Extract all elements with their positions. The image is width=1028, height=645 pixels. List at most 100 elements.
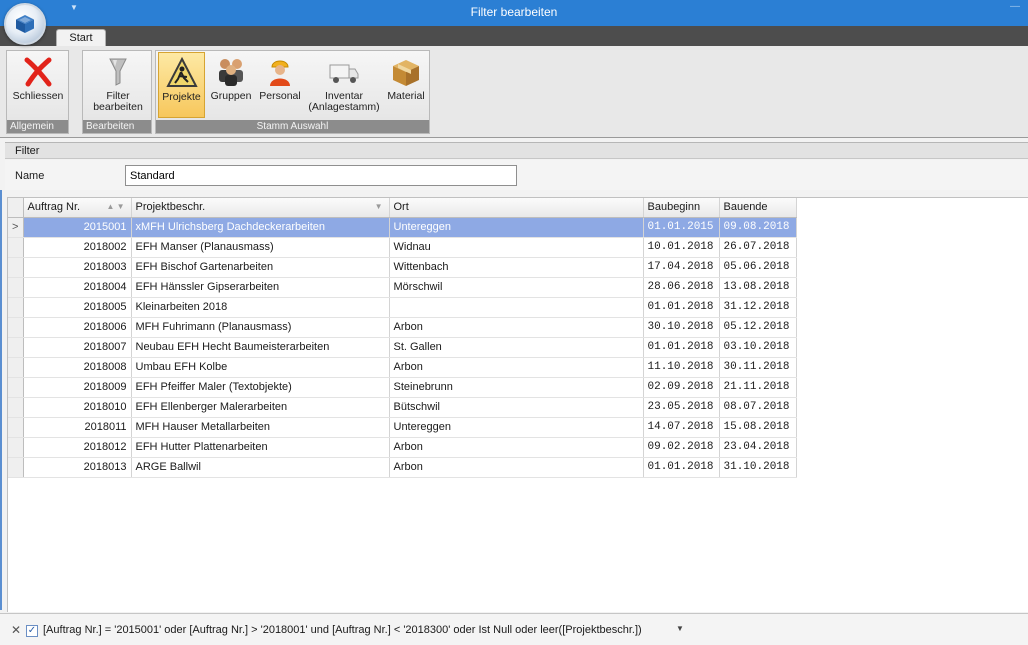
inventar-button[interactable]: Inventar (Anlagestamm) <box>306 52 382 118</box>
minimize-button[interactable]: — <box>1010 1 1020 12</box>
projekte-button[interactable]: Projekte <box>158 52 205 118</box>
table-cell[interactable]: EFH Hutter Plattenarbeiten <box>131 437 390 458</box>
table-row[interactable]: 2018007 Neubau EFH Hecht Baumeisterarbeit… <box>8 337 797 358</box>
filter-history-dropdown-icon[interactable]: ▼ <box>676 624 684 633</box>
table-cell[interactable]: EFH Pfeiffer Maler (Textobjekte) <box>131 377 390 398</box>
table-cell[interactable]: Untereggen <box>389 417 644 438</box>
row-indicator[interactable]: > <box>8 217 24 238</box>
table-row[interactable]: 2018011 MFH Hauser Metallarbeiten Unteregg… <box>8 417 797 438</box>
table-cell[interactable]: MFH Fuhrimann (Planausmass) <box>131 317 390 338</box>
table-cell[interactable]: Widnau <box>389 237 644 258</box>
table-cell[interactable]: 01.01.2018 <box>643 337 720 358</box>
table-cell[interactable]: 05.06.2018 <box>719 257 797 278</box>
table-row[interactable]: >2015001 xMFH Ulrichsberg Dachdeckerarbei… <box>8 217 797 238</box>
table-cell[interactable]: 31.10.2018 <box>719 457 797 478</box>
table-row[interactable]: 2018003 EFH Bischof Gartenarbeiten Wittenb… <box>8 257 797 278</box>
table-cell[interactable]: MFH Hauser Metallarbeiten <box>131 417 390 438</box>
table-cell[interactable]: Arbon <box>389 317 644 338</box>
table-cell[interactable]: 01.01.2015 <box>643 217 720 238</box>
table-cell[interactable]: 21.11.2018 <box>719 377 797 398</box>
table-cell[interactable]: 01.01.2018 <box>643 297 720 318</box>
table-cell[interactable]: EFH Manser (Planausmass) <box>131 237 390 258</box>
row-indicator[interactable] <box>8 457 24 478</box>
application-menu-button[interactable] <box>4 3 46 45</box>
filter-name-input[interactable] <box>125 165 517 186</box>
table-row[interactable]: 2018004 EFH Hänssler Gipserarbeiten Mörsch… <box>8 277 797 298</box>
column-header-auftrag-nr[interactable]: Auftrag Nr. ▲ ▼ <box>23 198 132 218</box>
table-cell[interactable]: 23.05.2018 <box>643 397 720 418</box>
table-cell[interactable]: 2018009 <box>23 377 132 398</box>
table-cell[interactable]: 2018010 <box>23 397 132 418</box>
table-cell[interactable]: Kleinarbeiten 2018 <box>131 297 390 318</box>
column-header-bauende[interactable]: Bauende <box>719 198 797 218</box>
table-row[interactable]: 2018006 MFH Fuhrimann (Planausmass) Arbon 3… <box>8 317 797 338</box>
row-indicator[interactable] <box>8 437 24 458</box>
project-grid[interactable]: Auftrag Nr. ▲ ▼ Projektbeschr. ▼ Ort Bau… <box>7 197 1028 612</box>
table-cell[interactable]: EFH Hänssler Gipserarbeiten <box>131 277 390 298</box>
table-cell[interactable]: St. Gallen <box>389 337 644 358</box>
table-cell[interactable]: Arbon <box>389 457 644 478</box>
edit-filter-button[interactable]: Filter bearbeiten <box>87 52 149 118</box>
row-indicator[interactable] <box>8 297 24 318</box>
table-cell[interactable]: EFH Bischof Gartenarbeiten <box>131 257 390 278</box>
table-row[interactable]: 2018010 EFH Ellenberger Malerarbeiten Büts… <box>8 397 797 418</box>
row-indicator[interactable] <box>8 377 24 398</box>
sort-ascending-icon[interactable]: ▲ ▼ <box>106 202 124 211</box>
table-cell[interactable]: Umbau EFH Kolbe <box>131 357 390 378</box>
table-cell[interactable]: Arbon <box>389 437 644 458</box>
table-cell[interactable]: 11.10.2018 <box>643 357 720 378</box>
table-cell[interactable]: Neubau EFH Hecht Baumeisterarbeiten <box>131 337 390 358</box>
table-cell[interactable]: 2018002 <box>23 237 132 258</box>
table-cell[interactable]: 05.12.2018 <box>719 317 797 338</box>
material-button[interactable]: Material <box>384 52 428 118</box>
clear-filter-icon[interactable]: ✕ <box>11 623 21 637</box>
table-row[interactable]: 2018002 EFH Manser (Planausmass) Widnau 10.… <box>8 237 797 258</box>
table-cell[interactable]: ARGE Ballwil <box>131 457 390 478</box>
table-cell[interactable]: 2018011 <box>23 417 132 438</box>
table-cell[interactable]: 2018005 <box>23 297 132 318</box>
table-row[interactable]: 2018013 ARGE Ballwil Arbon 01.01.2018 31.10.… <box>8 457 797 478</box>
row-indicator[interactable] <box>8 417 24 438</box>
table-cell[interactable]: 2018006 <box>23 317 132 338</box>
table-cell[interactable]: Steinebrunn <box>389 377 644 398</box>
filter-enabled-checkbox[interactable]: ✓ <box>26 625 38 637</box>
table-cell[interactable]: 09.02.2018 <box>643 437 720 458</box>
table-cell[interactable] <box>389 297 644 318</box>
table-cell[interactable]: 2018012 <box>23 437 132 458</box>
gruppen-button[interactable]: Gruppen <box>207 52 255 118</box>
table-cell[interactable]: 03.10.2018 <box>719 337 797 358</box>
row-indicator[interactable] <box>8 237 24 258</box>
personal-button[interactable]: Personal <box>256 52 304 118</box>
table-cell[interactable]: 17.04.2018 <box>643 257 720 278</box>
table-cell[interactable]: 13.08.2018 <box>719 277 797 298</box>
table-cell[interactable]: Untereggen <box>389 217 644 238</box>
table-cell[interactable]: Mörschwil <box>389 277 644 298</box>
table-row[interactable]: 2018005 Kleinarbeiten 2018 01.01.2018 31.12… <box>8 297 797 318</box>
table-cell[interactable]: 2015001 <box>23 217 132 238</box>
close-button[interactable]: Schliessen <box>10 52 66 118</box>
row-indicator[interactable] <box>8 397 24 418</box>
table-cell[interactable]: xMFH Ulrichsberg Dachdeckerarbeiten <box>131 217 390 238</box>
row-indicator[interactable] <box>8 357 24 378</box>
row-indicator[interactable] <box>8 337 24 358</box>
table-cell[interactable]: EFH Ellenberger Malerarbeiten <box>131 397 390 418</box>
table-cell[interactable]: Arbon <box>389 357 644 378</box>
table-row[interactable]: 2018009 EFH Pfeiffer Maler (Textobjekte) S… <box>8 377 797 398</box>
table-cell[interactable]: Wittenbach <box>389 257 644 278</box>
table-cell[interactable]: 15.08.2018 <box>719 417 797 438</box>
row-indicator[interactable] <box>8 317 24 338</box>
column-header-ort[interactable]: Ort <box>389 198 644 218</box>
table-cell[interactable]: 2018004 <box>23 277 132 298</box>
table-cell[interactable]: 30.10.2018 <box>643 317 720 338</box>
table-cell[interactable]: 31.12.2018 <box>719 297 797 318</box>
table-cell[interactable]: 14.07.2018 <box>643 417 720 438</box>
table-cell[interactable]: Bütschwil <box>389 397 644 418</box>
column-filter-icon[interactable]: ▼ <box>375 202 383 211</box>
table-cell[interactable]: 08.07.2018 <box>719 397 797 418</box>
table-cell[interactable]: 2018008 <box>23 357 132 378</box>
table-cell[interactable]: 26.07.2018 <box>719 237 797 258</box>
table-cell[interactable]: 28.06.2018 <box>643 277 720 298</box>
column-header-baubeginn[interactable]: Baubeginn <box>643 198 720 218</box>
table-cell[interactable]: 2018003 <box>23 257 132 278</box>
row-indicator[interactable] <box>8 257 24 278</box>
